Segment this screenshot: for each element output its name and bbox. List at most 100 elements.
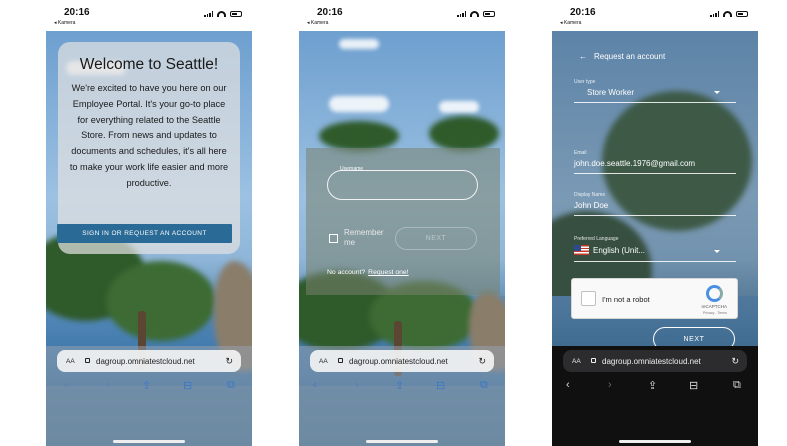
display-name-label: Display Name	[574, 192, 606, 198]
recaptcha-widget: I'm not a robot reCAPTCHA Privacy - Term…	[571, 278, 738, 319]
address-bar[interactable]: AA dagroup.omniatestcloud.net ↻	[310, 350, 494, 372]
recaptcha-label: I'm not a robot	[602, 295, 650, 304]
status-bar: 20:16 ◂ Kamera	[552, 0, 758, 31]
display-name-value: John Doe	[574, 201, 609, 210]
reload-icon[interactable]: ↻	[225, 356, 233, 367]
browser-toolbar: ‹ › ⇪ ⊟ ⧉	[299, 379, 505, 397]
back-to-app-link[interactable]: ◂ Kamera	[307, 20, 328, 26]
tabs-icon[interactable]: ⧉	[480, 379, 488, 392]
user-type-select[interactable]: User type Store Worker	[574, 79, 736, 103]
lock-icon	[338, 358, 343, 363]
welcome-title: Welcome to Seattle!	[79, 56, 219, 73]
request-account-title: Request an account	[594, 52, 666, 61]
remember-me-label: Remember me	[344, 228, 384, 247]
back-arrow-icon[interactable]: ←	[579, 52, 587, 61]
address-bar[interactable]: AA dagroup.omniatestcloud.net ↻	[57, 350, 241, 372]
phone-login: 20:16 ◂ Kamera Username Remember me NEXT…	[299, 0, 505, 446]
bookmarks-icon[interactable]: ⊟	[436, 379, 445, 392]
status-time: 20:16	[64, 7, 90, 18]
address-bar[interactable]: AA dagroup.omniatestcloud.net ↻	[563, 350, 747, 372]
language-label: Preferred Language	[574, 236, 619, 242]
url-text: dagroup.omniatestcloud.net	[349, 356, 448, 366]
back-icon[interactable]: ‹	[313, 379, 317, 391]
system-icons	[710, 11, 748, 17]
reader-settings-button[interactable]: AA	[319, 358, 328, 365]
back-icon[interactable]: ‹	[64, 379, 68, 391]
phone-welcome: 20:16 ◂ Kamera Welcome to Seattle! We're…	[46, 0, 252, 446]
reload-icon[interactable]: ↻	[478, 356, 486, 367]
status-bar: 20:16 ◂ Kamera	[46, 0, 252, 31]
home-indicator	[619, 440, 691, 443]
language-value: English (Unit...	[574, 245, 736, 255]
back-icon[interactable]: ‹	[566, 379, 570, 391]
battery-icon	[483, 11, 495, 17]
phone-register: 20:16 ◂ Kamera ← Request an account User …	[552, 0, 758, 446]
safari-bar: AA dagroup.omniatestcloud.net ↻ ‹ › ⇪ ⊟ …	[552, 346, 758, 446]
system-icons	[457, 11, 495, 17]
user-type-label: User type	[574, 79, 596, 85]
username-label: Username	[340, 166, 364, 172]
browser-toolbar: ‹ › ⇪ ⊟ ⧉	[552, 379, 758, 397]
login-panel: Username Remember me NEXT No account? Req…	[306, 148, 500, 295]
url-text: dagroup.omniatestcloud.net	[96, 356, 195, 366]
next-button-disabled[interactable]: NEXT	[395, 227, 477, 250]
home-indicator	[113, 440, 185, 443]
preferred-language-select[interactable]: Preferred Language English (Unit...	[574, 236, 736, 262]
screenshot-collage: 20:16 ◂ Kamera Welcome to Seattle! We're…	[0, 0, 787, 446]
email-field[interactable]: Email john.doe.seattle.1976@gmail.com	[574, 150, 736, 174]
email-label: Email	[574, 150, 587, 156]
safari-bar: AA dagroup.omniatestcloud.net ↻ ‹ › ⇪ ⊟ …	[299, 346, 505, 446]
request-account-header[interactable]: ← Request an account	[579, 52, 665, 61]
recaptcha-links[interactable]: Privacy - Terms	[703, 311, 727, 315]
recaptcha-logo-icon	[706, 285, 723, 302]
signal-icon	[710, 11, 719, 17]
system-icons	[204, 11, 242, 17]
no-account-label: No account?	[327, 269, 366, 276]
welcome-card: Welcome to Seattle! We're excited to hav…	[58, 42, 240, 254]
recaptcha-checkbox[interactable]	[581, 291, 596, 306]
reader-settings-button[interactable]: AA	[66, 358, 75, 365]
tabs-icon[interactable]: ⧉	[733, 379, 741, 392]
lock-icon	[85, 358, 90, 363]
chevron-down-icon	[714, 250, 720, 253]
signal-icon	[204, 11, 213, 17]
reader-settings-button[interactable]: AA	[572, 358, 581, 365]
recaptcha-brand: reCAPTCHA	[701, 304, 727, 309]
home-indicator	[366, 440, 438, 443]
signin-request-button[interactable]: SIGN IN OR REQUEST AN ACCOUNT	[57, 224, 232, 243]
no-account-text: No account? Request one!	[327, 269, 409, 276]
wifi-icon	[470, 11, 479, 17]
share-icon[interactable]: ⇪	[648, 379, 657, 392]
share-icon[interactable]: ⇪	[395, 379, 404, 392]
bookmarks-icon[interactable]: ⊟	[183, 379, 192, 392]
chevron-down-icon	[714, 91, 720, 94]
status-bar: 20:16 ◂ Kamera	[299, 0, 505, 31]
tabs-icon[interactable]: ⧉	[227, 379, 235, 392]
forward-icon[interactable]: ›	[608, 379, 612, 391]
language-text: English (Unit...	[593, 246, 646, 255]
wifi-icon	[723, 11, 732, 17]
battery-icon	[230, 11, 242, 17]
display-name-field[interactable]: Display Name John Doe	[574, 192, 736, 216]
bookmarks-icon[interactable]: ⊟	[689, 379, 698, 392]
status-time: 20:16	[570, 7, 596, 18]
battery-icon	[736, 11, 748, 17]
us-flag-icon	[574, 245, 589, 255]
username-field[interactable]: Username	[327, 166, 478, 200]
status-time: 20:16	[317, 7, 343, 18]
welcome-text: We're excited to have you here on our Em…	[69, 83, 229, 188]
lock-icon	[591, 358, 596, 363]
signal-icon	[457, 11, 466, 17]
remember-me-checkbox[interactable]	[329, 234, 338, 243]
forward-icon[interactable]: ›	[355, 379, 359, 391]
wifi-icon	[217, 11, 226, 17]
reload-icon[interactable]: ↻	[731, 356, 739, 367]
url-text: dagroup.omniatestcloud.net	[602, 356, 701, 366]
forward-icon[interactable]: ›	[106, 379, 110, 391]
browser-toolbar: ‹ › ⇪ ⊟ ⧉	[46, 379, 252, 397]
request-account-link[interactable]: Request one!	[368, 269, 408, 276]
email-value: john.doe.seattle.1976@gmail.com	[574, 159, 696, 168]
share-icon[interactable]: ⇪	[142, 379, 151, 392]
back-to-app-link[interactable]: ◂ Kamera	[54, 20, 75, 26]
back-to-app-link[interactable]: ◂ Kamera	[560, 20, 581, 26]
